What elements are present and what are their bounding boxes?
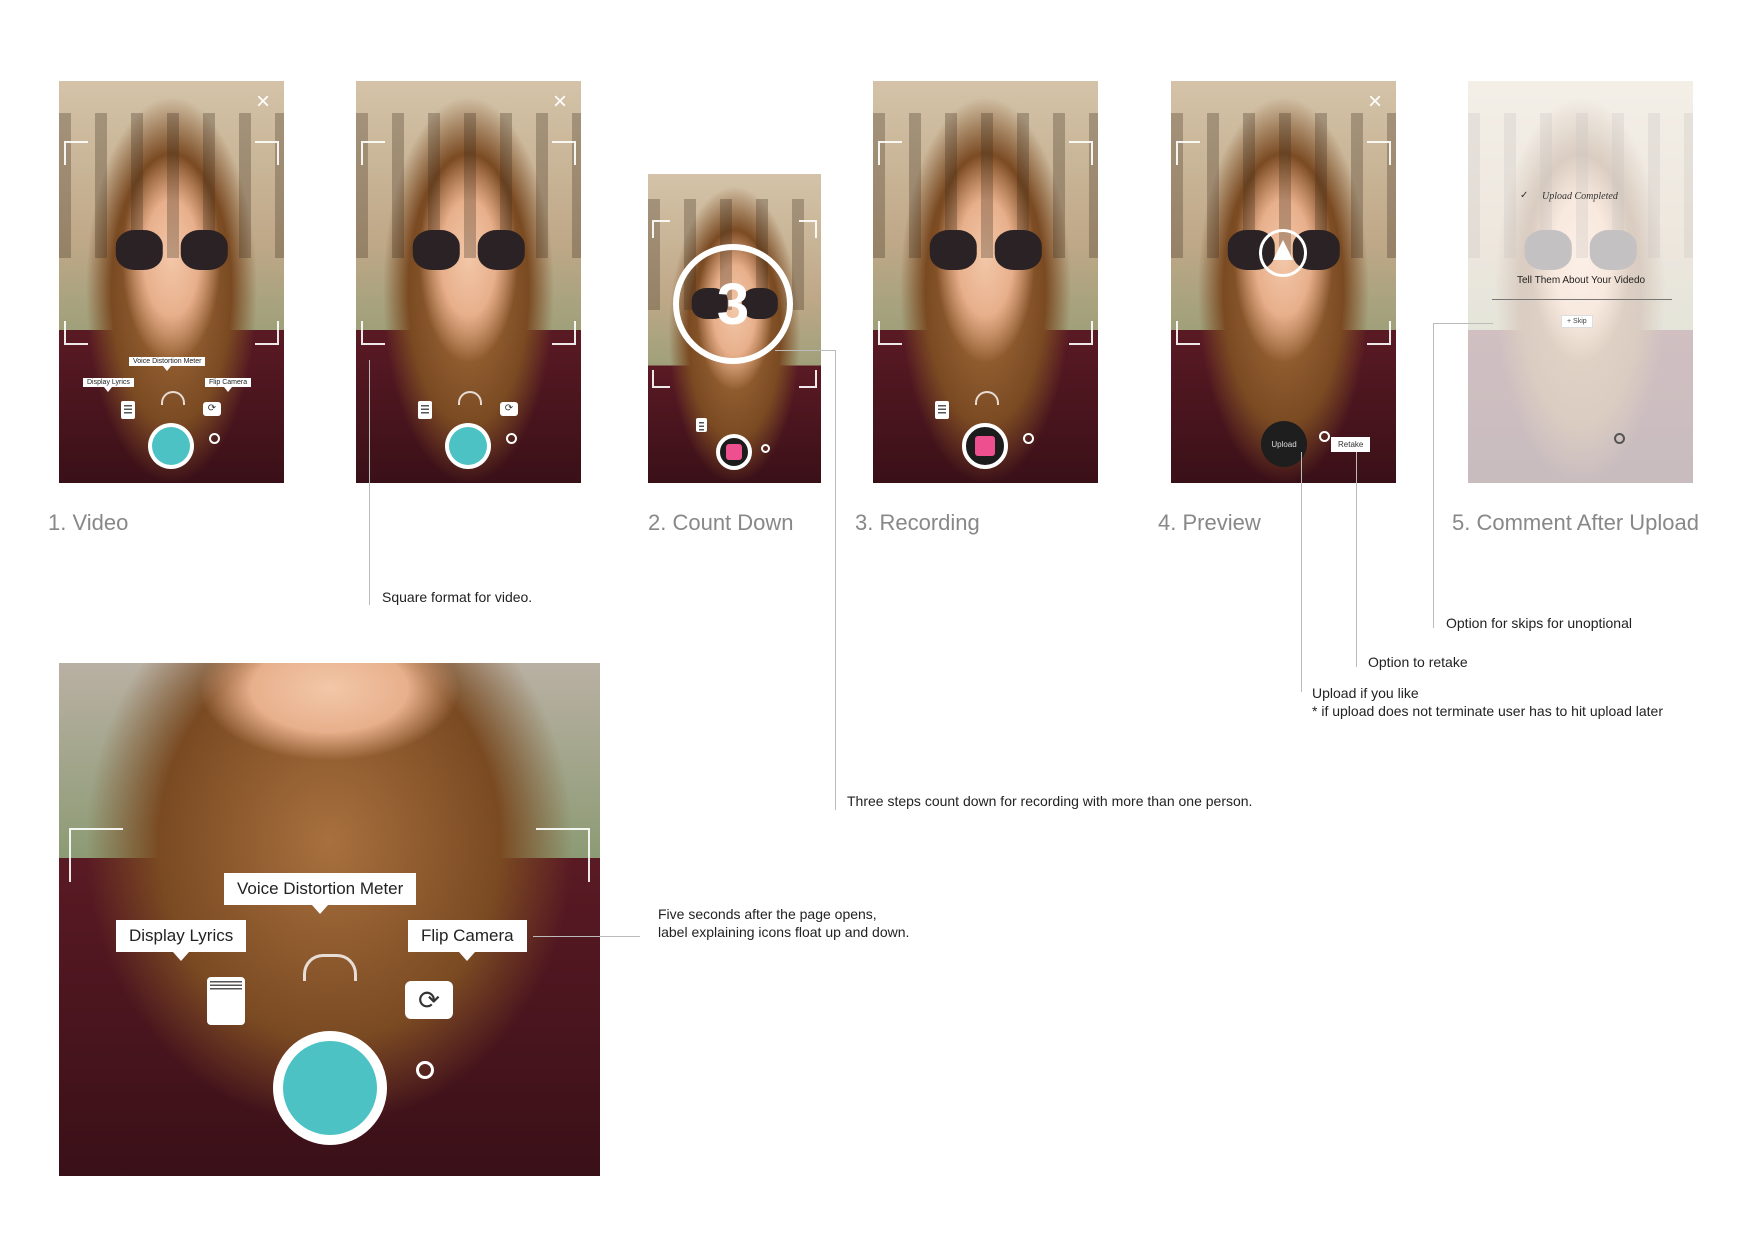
flip-camera-label: Flip Camera (408, 920, 527, 961)
frame-corner (799, 220, 817, 238)
frame-corner (552, 141, 576, 165)
leader-line (1356, 452, 1357, 667)
flip-camera-label: Flip Camera (205, 378, 252, 392)
frame-corner (361, 141, 385, 165)
flip-camera-icon[interactable]: ⟳ (500, 402, 518, 416)
frame-corner (652, 220, 670, 238)
indicator-dot (416, 1061, 434, 1079)
frame-corner (1176, 321, 1200, 345)
voice-meter-icon (303, 954, 357, 981)
flip-camera-icon[interactable]: ⟳ (203, 402, 221, 416)
indicator-dot (1319, 431, 1330, 442)
leader-line (835, 350, 836, 810)
screen-recording (873, 81, 1098, 483)
comment-input-line[interactable] (1492, 299, 1672, 300)
voice-meter-label: Voice Distortion Meter (224, 873, 417, 914)
sunglasses (929, 229, 1042, 270)
display-lyrics-label: Display Lyrics (83, 378, 134, 392)
sunglasses (115, 229, 228, 270)
stop-button[interactable] (962, 423, 1008, 469)
comment-prompt[interactable]: Tell Them About Your Videdo (1517, 275, 1645, 286)
sunglasses (412, 229, 525, 270)
note-square-format: Square format for video. (382, 589, 533, 605)
detail-view: Voice Distortion Meter Display Lyrics Fl… (59, 663, 600, 1176)
leader-line (1301, 452, 1302, 692)
frame-corner (1176, 141, 1200, 165)
step-label-video: 1. Video (48, 510, 129, 535)
leader-line (1433, 323, 1434, 628)
record-button[interactable] (273, 1031, 387, 1145)
close-icon[interactable]: × (1364, 90, 1386, 114)
upload-completed-text: Upload Completed (1542, 191, 1618, 202)
frame-corner (878, 141, 902, 165)
flip-camera-icon[interactable]: ⟳ (405, 981, 453, 1019)
note-upload-later: * if upload does not terminate user has … (1312, 703, 1663, 719)
check-icon: ✓ (1520, 190, 1529, 201)
retake-button[interactable]: Retake (1331, 437, 1371, 452)
frame-corner (652, 370, 670, 388)
frame-corner (1069, 321, 1093, 345)
record-button[interactable] (445, 423, 491, 469)
lyrics-icon[interactable] (696, 418, 707, 432)
indicator-dot (761, 444, 770, 453)
frame-corner (1367, 141, 1391, 165)
indicator-dot (1023, 433, 1034, 444)
step-label-countdown: 2. Count Down (648, 510, 794, 535)
frame-corner (361, 321, 385, 345)
leader-line (775, 350, 835, 351)
screen-preview: × Upload Retake (1171, 81, 1396, 483)
frame-corner (69, 828, 123, 882)
frame-corner (552, 321, 576, 345)
leader-line (533, 936, 640, 937)
play-icon[interactable] (1259, 229, 1307, 277)
lyrics-icon[interactable] (207, 977, 245, 1025)
skip-label: Skip (1573, 318, 1587, 325)
voice-meter-label: Voice Distortion Meter (129, 357, 206, 371)
frame-corner (255, 141, 279, 165)
indicator-dot (1614, 433, 1625, 444)
display-lyrics-label: Display Lyrics (116, 920, 247, 961)
screen-comment: ✓ Upload Completed Tell Them About Your … (1468, 81, 1693, 483)
lyrics-icon[interactable] (935, 401, 949, 419)
frame-corner (799, 370, 817, 388)
screen-square: × ⟳ (356, 81, 581, 483)
skip-button[interactable]: + Skip (1561, 315, 1593, 328)
note-retake: Option to retake (1368, 654, 1468, 670)
step-label-preview: 4. Preview (1158, 510, 1261, 535)
plus-icon: + (1567, 318, 1572, 325)
countdown-number: 3 (673, 244, 793, 364)
frame-corner (536, 828, 590, 882)
frame-corner (255, 321, 279, 345)
lyrics-icon[interactable] (121, 401, 135, 419)
frame-corner (64, 321, 88, 345)
screen-video: × Voice Distortion Meter Display Lyrics … (59, 81, 284, 483)
leader-line (369, 360, 370, 605)
note-float-1: Five seconds after the page opens, (658, 906, 877, 922)
close-icon[interactable]: × (549, 90, 571, 114)
leader-line (1433, 323, 1493, 324)
lyrics-icon[interactable] (418, 401, 432, 419)
frame-corner (878, 321, 902, 345)
screen-countdown: 3 (648, 174, 821, 483)
note-float-2: label explaining icons float up and down… (658, 924, 910, 940)
frame-corner (64, 141, 88, 165)
frame-corner (1069, 141, 1093, 165)
step-label-comment: 5. Comment After Upload (1452, 510, 1700, 535)
stop-button[interactable] (716, 434, 752, 470)
indicator-dot (209, 433, 220, 444)
note-upload: Upload if you like (1312, 685, 1419, 701)
close-icon[interactable]: × (252, 90, 274, 114)
indicator-dot (506, 433, 517, 444)
frame-corner (1367, 321, 1391, 345)
step-label-recording: 3. Recording (855, 510, 980, 535)
record-button[interactable] (148, 423, 194, 469)
note-skip: Option for skips for unoptional (1446, 615, 1632, 631)
note-countdown: Three steps count down for recording wit… (847, 793, 1253, 809)
